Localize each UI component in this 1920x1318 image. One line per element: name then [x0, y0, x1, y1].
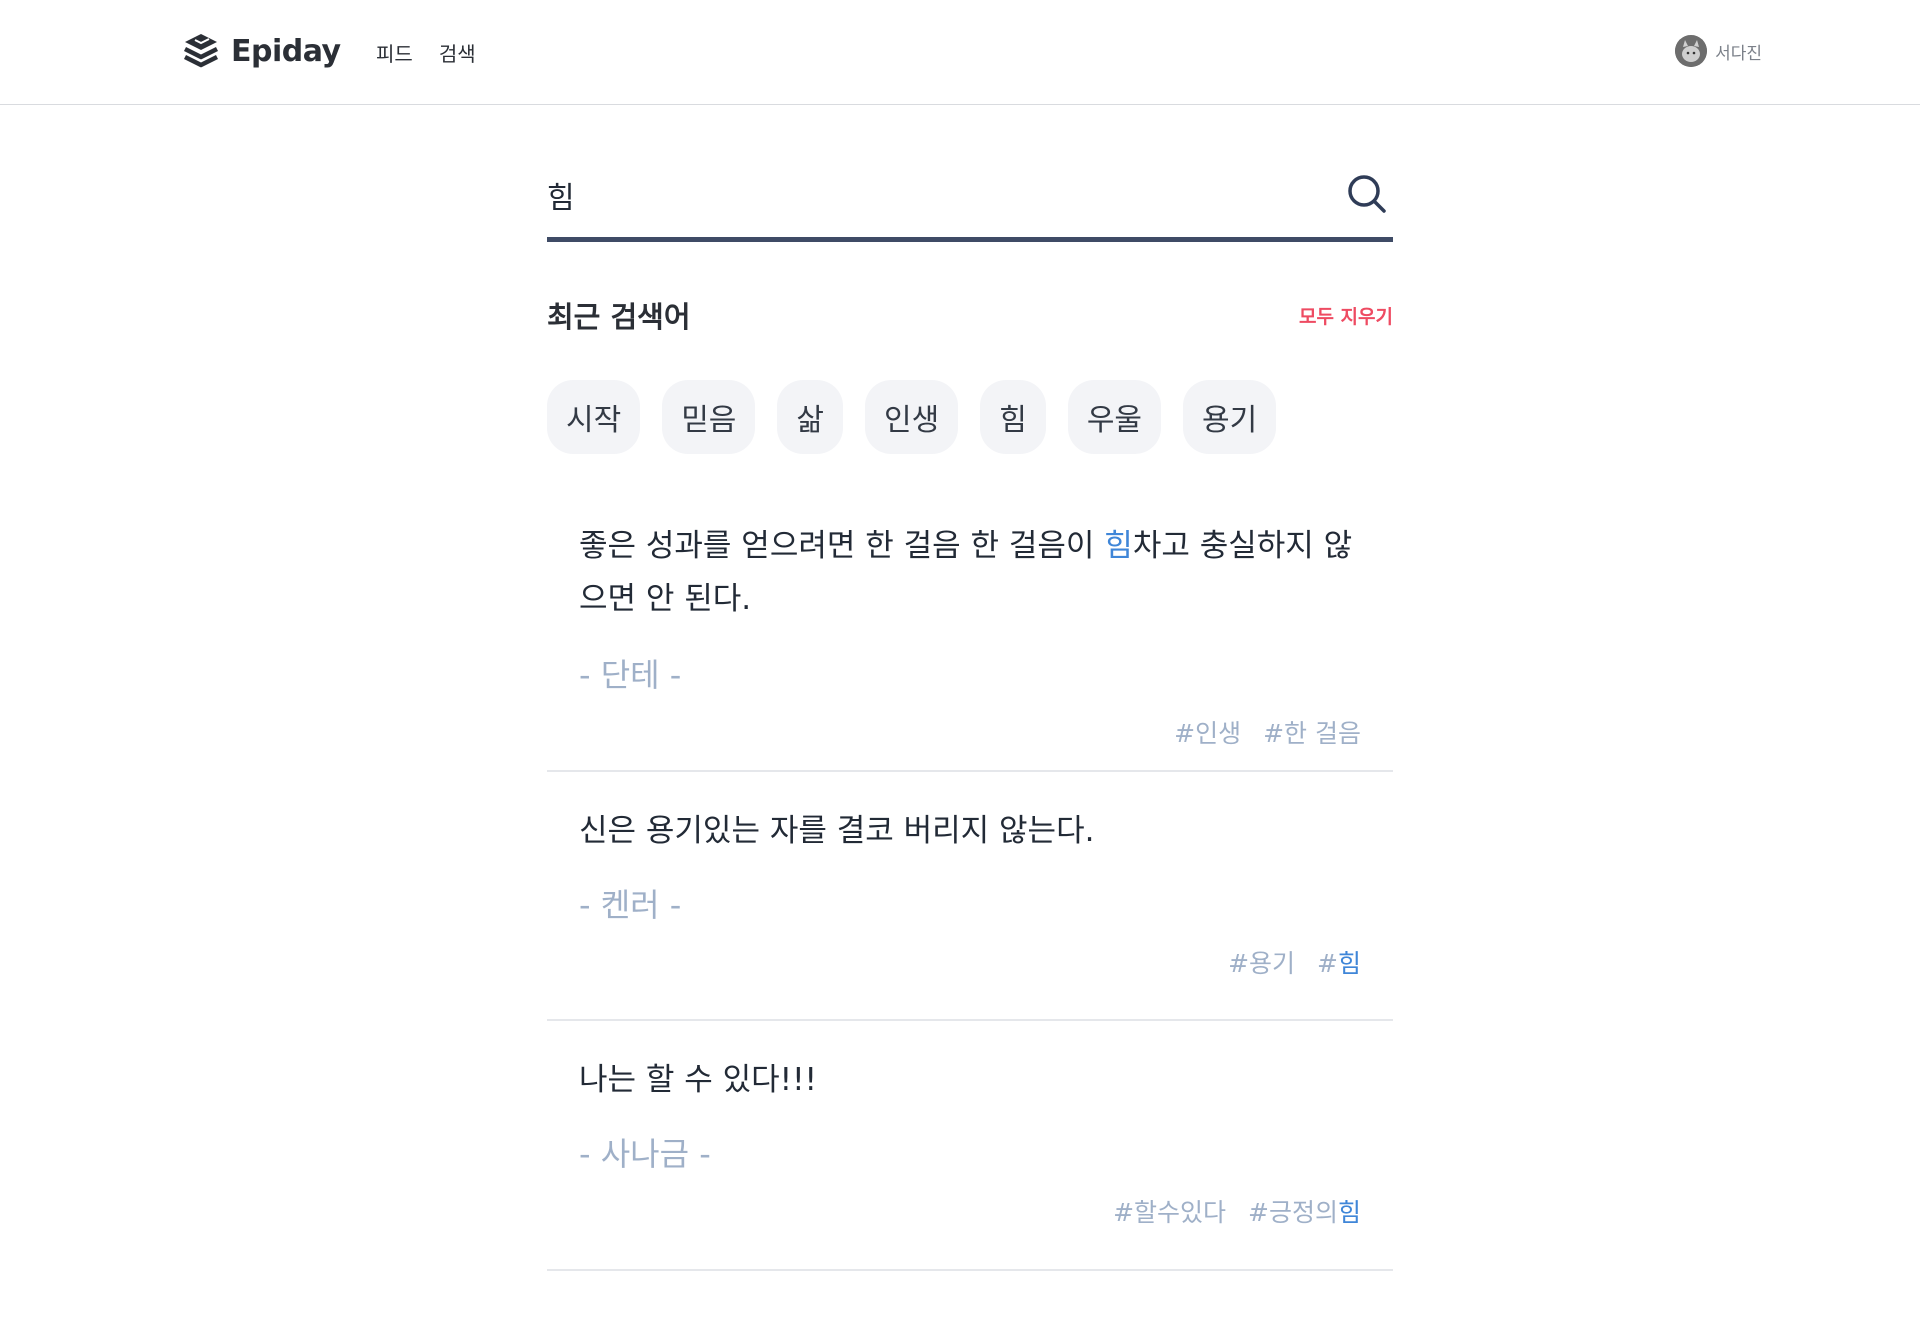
logo-text: Epiday — [231, 33, 341, 69]
quote-author: - 켄러 - — [579, 886, 682, 924]
clear-all-button[interactable]: 모두 지우기 — [1299, 302, 1393, 329]
quote-card[interactable]: 나는 할 수 있다!!! - 사나금 - #할수있다 #긍정의힘 — [547, 1021, 1393, 1271]
recent-chip[interactable]: 믿음 — [662, 380, 756, 454]
avatar-image-icon — [1675, 35, 1708, 67]
quote-text-part: 나는 할 수 있다!!! — [579, 1062, 817, 1098]
tag-link[interactable]: #긍정의힘 — [1248, 1193, 1361, 1229]
tag-text: #용기 — [1228, 949, 1296, 978]
quote-results: 좋은 성과를 얻으려면 한 걸음 한 걸음이 힘차고 충실하지 않으면 안 된다… — [547, 517, 1393, 1271]
recent-search-chips: 시작 믿음 삶 인생 힘 우울 용기 — [547, 380, 1393, 454]
tag-link[interactable]: #용기 — [1228, 944, 1295, 980]
quote-tags: #인생 #한 걸음 — [579, 714, 1361, 750]
recent-chip[interactable]: 힘 — [980, 380, 1046, 454]
tag-link[interactable]: #한 걸음 — [1263, 714, 1361, 750]
layers-icon — [183, 34, 219, 68]
recent-searches-title: 최근 검색어 — [547, 300, 691, 334]
tag-text: # — [1317, 949, 1338, 978]
user-menu[interactable]: 서다진 — [1675, 35, 1762, 67]
search-page: 최근 검색어 모두 지우기 시작 믿음 삶 인생 힘 우울 용기 좋은 성과를 … — [547, 106, 1393, 1271]
tag-text: #긍정의 — [1248, 1198, 1338, 1227]
quote-text-part: 신은 용기있는 자를 결코 버리지 않는다. — [579, 813, 1095, 849]
logo[interactable]: Epiday — [183, 32, 341, 70]
tag-highlight: 힘 — [1337, 949, 1361, 978]
quote-text: 좋은 성과를 얻으려면 한 걸음 한 걸음이 힘차고 충실하지 않으면 안 된다… — [579, 520, 1361, 626]
recent-chip[interactable]: 인생 — [865, 380, 959, 454]
tag-text: #할수있다 — [1113, 1198, 1227, 1227]
quote-card[interactable]: 신은 용기있는 자를 결코 버리지 않는다. - 켄러 - #용기 #힘 — [547, 772, 1393, 1021]
quote-tags: #할수있다 #긍정의힘 — [579, 1193, 1361, 1229]
quote-text: 신은 용기있는 자를 결코 버리지 않는다. — [579, 805, 1361, 858]
tag-text: #한 걸음 — [1263, 719, 1361, 748]
quote-tags: #용기 #힘 — [579, 944, 1361, 980]
nav-feed[interactable]: 피드 — [376, 38, 413, 67]
tag-link[interactable]: #인생 — [1174, 714, 1241, 750]
search-bar — [547, 156, 1393, 242]
tag-highlight: 힘 — [1337, 1198, 1361, 1227]
quote-text: 나는 할 수 있다!!! — [579, 1054, 1361, 1107]
main-nav: 피드 검색 — [376, 38, 476, 67]
search-input[interactable] — [547, 156, 1327, 234]
recent-chip[interactable]: 삶 — [777, 380, 844, 454]
quote-card[interactable]: 좋은 성과를 얻으려면 한 걸음 한 걸음이 힘차고 충실하지 않으면 안 된다… — [547, 517, 1393, 772]
avatar[interactable] — [1675, 35, 1708, 67]
recent-chip[interactable]: 시작 — [547, 380, 641, 454]
user-name[interactable]: 서다진 — [1715, 39, 1762, 64]
tag-link[interactable]: #할수있다 — [1113, 1193, 1226, 1229]
tag-link[interactable]: #힘 — [1317, 944, 1361, 980]
recent-searches-header: 최근 검색어 모두 지우기 — [547, 294, 1393, 336]
recent-chip[interactable]: 용기 — [1183, 380, 1277, 454]
recent-chip[interactable]: 우울 — [1067, 380, 1162, 454]
nav-search[interactable]: 검색 — [439, 38, 476, 67]
quote-author: - 단테 - — [579, 656, 682, 694]
quote-text-highlight: 힘 — [1104, 528, 1133, 564]
search-icon[interactable] — [1345, 172, 1389, 216]
quote-text-part: 좋은 성과를 얻으려면 한 걸음 한 걸음이 — [579, 528, 1105, 564]
top-header: Epiday 피드 검색 서다진 — [0, 0, 1920, 105]
quote-author: - 사나금 - — [579, 1135, 711, 1173]
tag-text: #인생 — [1174, 719, 1242, 748]
